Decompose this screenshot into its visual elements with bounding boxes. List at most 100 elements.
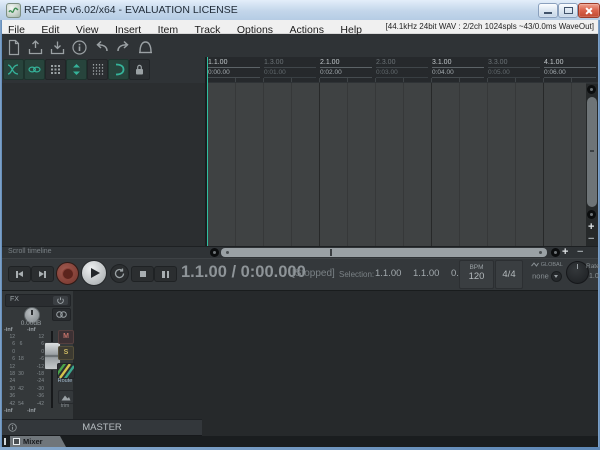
link-icon [28, 63, 41, 76]
menu-file[interactable]: File [2, 24, 31, 37]
reaper-window: REAPER v6.02/x64 - EVALUATION LICENSE Fi… [0, 0, 600, 450]
playback-position-display[interactable]: 1.1.00 / 0:00.000 [181, 263, 306, 282]
title-bar[interactable]: REAPER v6.02/x64 - EVALUATION LICENSE [0, 0, 600, 21]
route-button[interactable] [57, 363, 75, 379]
reaper-logo-icon [6, 3, 21, 18]
window-title: REAPER v6.02/x64 - EVALUATION LICENSE [24, 4, 238, 16]
snap-grid-icon [91, 63, 104, 76]
metronome-button[interactable] [137, 39, 154, 56]
ruler-marker: 2.3.000:03.00 [376, 58, 428, 78]
horizontal-zoom-out-button[interactable]: − [577, 247, 583, 257]
selection-start-value[interactable]: 1.1.00 [375, 268, 401, 279]
record-icon [62, 268, 74, 280]
meter-inf-label: -inf [27, 327, 36, 333]
tab-mixer[interactable]: Mixer [10, 436, 66, 447]
route-label: Route [51, 378, 79, 384]
render-project-button[interactable] [49, 39, 66, 56]
rate-label: Rate: [586, 263, 600, 270]
play-button[interactable] [81, 260, 107, 286]
divider [2, 246, 598, 247]
bpm-control[interactable]: BPM 120 [459, 260, 494, 289]
fx-label: FX [10, 296, 19, 303]
snap-grid-button[interactable] [87, 59, 108, 80]
horizontal-zoom-in-button[interactable]: + [562, 247, 568, 257]
lock-button[interactable] [129, 59, 150, 80]
global-automation-value[interactable]: none [525, 271, 569, 282]
menu-actions[interactable]: Actions [284, 24, 330, 37]
vertical-zoom-out-button[interactable]: − [588, 234, 594, 244]
close-button[interactable] [578, 3, 600, 18]
menu-help[interactable]: Help [334, 24, 368, 37]
fx-bypass-button[interactable] [53, 296, 68, 305]
play-state-text: [Stopped] [292, 268, 335, 279]
minimize-button[interactable] [538, 3, 558, 18]
master-info-icon[interactable] [8, 423, 17, 432]
stop-button[interactable] [131, 266, 154, 282]
render-project-icon [49, 39, 66, 56]
master-track-label: MASTER [2, 420, 202, 435]
menu-options[interactable]: Options [231, 24, 279, 37]
timeline-ruler[interactable]: 1.1.000:00.00 1.3.000:01.00 2.1.000:02.0… [207, 57, 598, 82]
item-grouping-button[interactable] [66, 59, 87, 80]
horizontal-scrollbar-thumb[interactable] [221, 248, 547, 257]
trim-mountain-icon [61, 394, 71, 401]
minimize-icon [544, 12, 552, 14]
metronome-icon [137, 39, 154, 56]
new-project-button[interactable] [5, 39, 22, 56]
menu-insert[interactable]: Insert [109, 24, 147, 37]
new-project-icon [5, 39, 22, 56]
track-control-panel[interactable] [2, 83, 205, 246]
selection-end-value[interactable]: 1.1.00 [413, 268, 439, 279]
ripple-icon [112, 63, 125, 76]
global-automation-label: GLOBAL [525, 262, 569, 268]
audio-device-status: [44.1kHz 24bit WAV : 2/2ch 1024spls ~43/… [386, 22, 594, 31]
maximize-icon [564, 7, 573, 14]
rate-value[interactable]: 1.0 [589, 273, 599, 280]
undo-button[interactable] [93, 39, 110, 56]
master-track-row[interactable]: MASTER [2, 419, 202, 436]
hscroll-left-button[interactable] [210, 248, 219, 257]
vertical-scrollbar-thumb[interactable] [587, 97, 597, 207]
menu-item[interactable]: Item [152, 24, 184, 37]
mixer-docker [2, 290, 598, 437]
time-signature-control[interactable]: 4/4 [495, 260, 523, 289]
redo-button[interactable] [115, 39, 132, 56]
mute-button[interactable]: M [58, 330, 74, 344]
vertical-zoom-in-button[interactable]: + [588, 222, 594, 232]
play-icon [91, 268, 100, 278]
ruler-marker: 2.1.000:02.00 [320, 58, 372, 78]
ripple-editing-button[interactable] [108, 59, 129, 80]
bpm-label: BPM [460, 264, 493, 271]
master-gain-readout[interactable]: 0.00dB [2, 320, 60, 327]
lock-icon [133, 63, 146, 76]
record-button[interactable] [56, 262, 79, 285]
automation-wave-icon [531, 262, 539, 267]
trim-button[interactable] [58, 390, 74, 404]
scroll-hint-text: Scroll timeline [8, 248, 52, 255]
pause-button[interactable] [154, 266, 177, 282]
repeat-icon [114, 268, 125, 279]
menu-track[interactable]: Track [189, 24, 227, 37]
ruler-marker: 4.1.000:06.00 [544, 58, 596, 78]
vertical-zoom-bottom-button[interactable] [587, 210, 596, 219]
edit-cursor[interactable] [207, 57, 208, 246]
meter-inf-label: -inf [4, 327, 13, 333]
envelope-link-button[interactable] [24, 59, 45, 80]
hscroll-right-button[interactable] [551, 248, 560, 257]
solo-button[interactable]: S [58, 346, 74, 360]
save-project-button[interactable] [27, 39, 44, 56]
fx-chain-button[interactable]: FX [5, 294, 71, 307]
bpm-value[interactable]: 120 [460, 271, 493, 282]
auto-crossfade-button[interactable] [3, 59, 24, 80]
go-to-end-button[interactable] [31, 266, 54, 282]
project-settings-button[interactable] [71, 39, 88, 56]
maximize-button[interactable] [558, 3, 578, 18]
vertical-zoom-top-button[interactable] [587, 85, 596, 94]
global-automation-control[interactable]: GLOBAL none [525, 262, 569, 286]
menu-edit[interactable]: Edit [35, 24, 65, 37]
arrange-view[interactable] [207, 83, 586, 246]
dots-grid-button[interactable] [45, 59, 66, 80]
menu-view[interactable]: View [70, 24, 105, 37]
repeat-button[interactable] [110, 264, 129, 283]
go-to-start-button[interactable] [8, 266, 31, 282]
